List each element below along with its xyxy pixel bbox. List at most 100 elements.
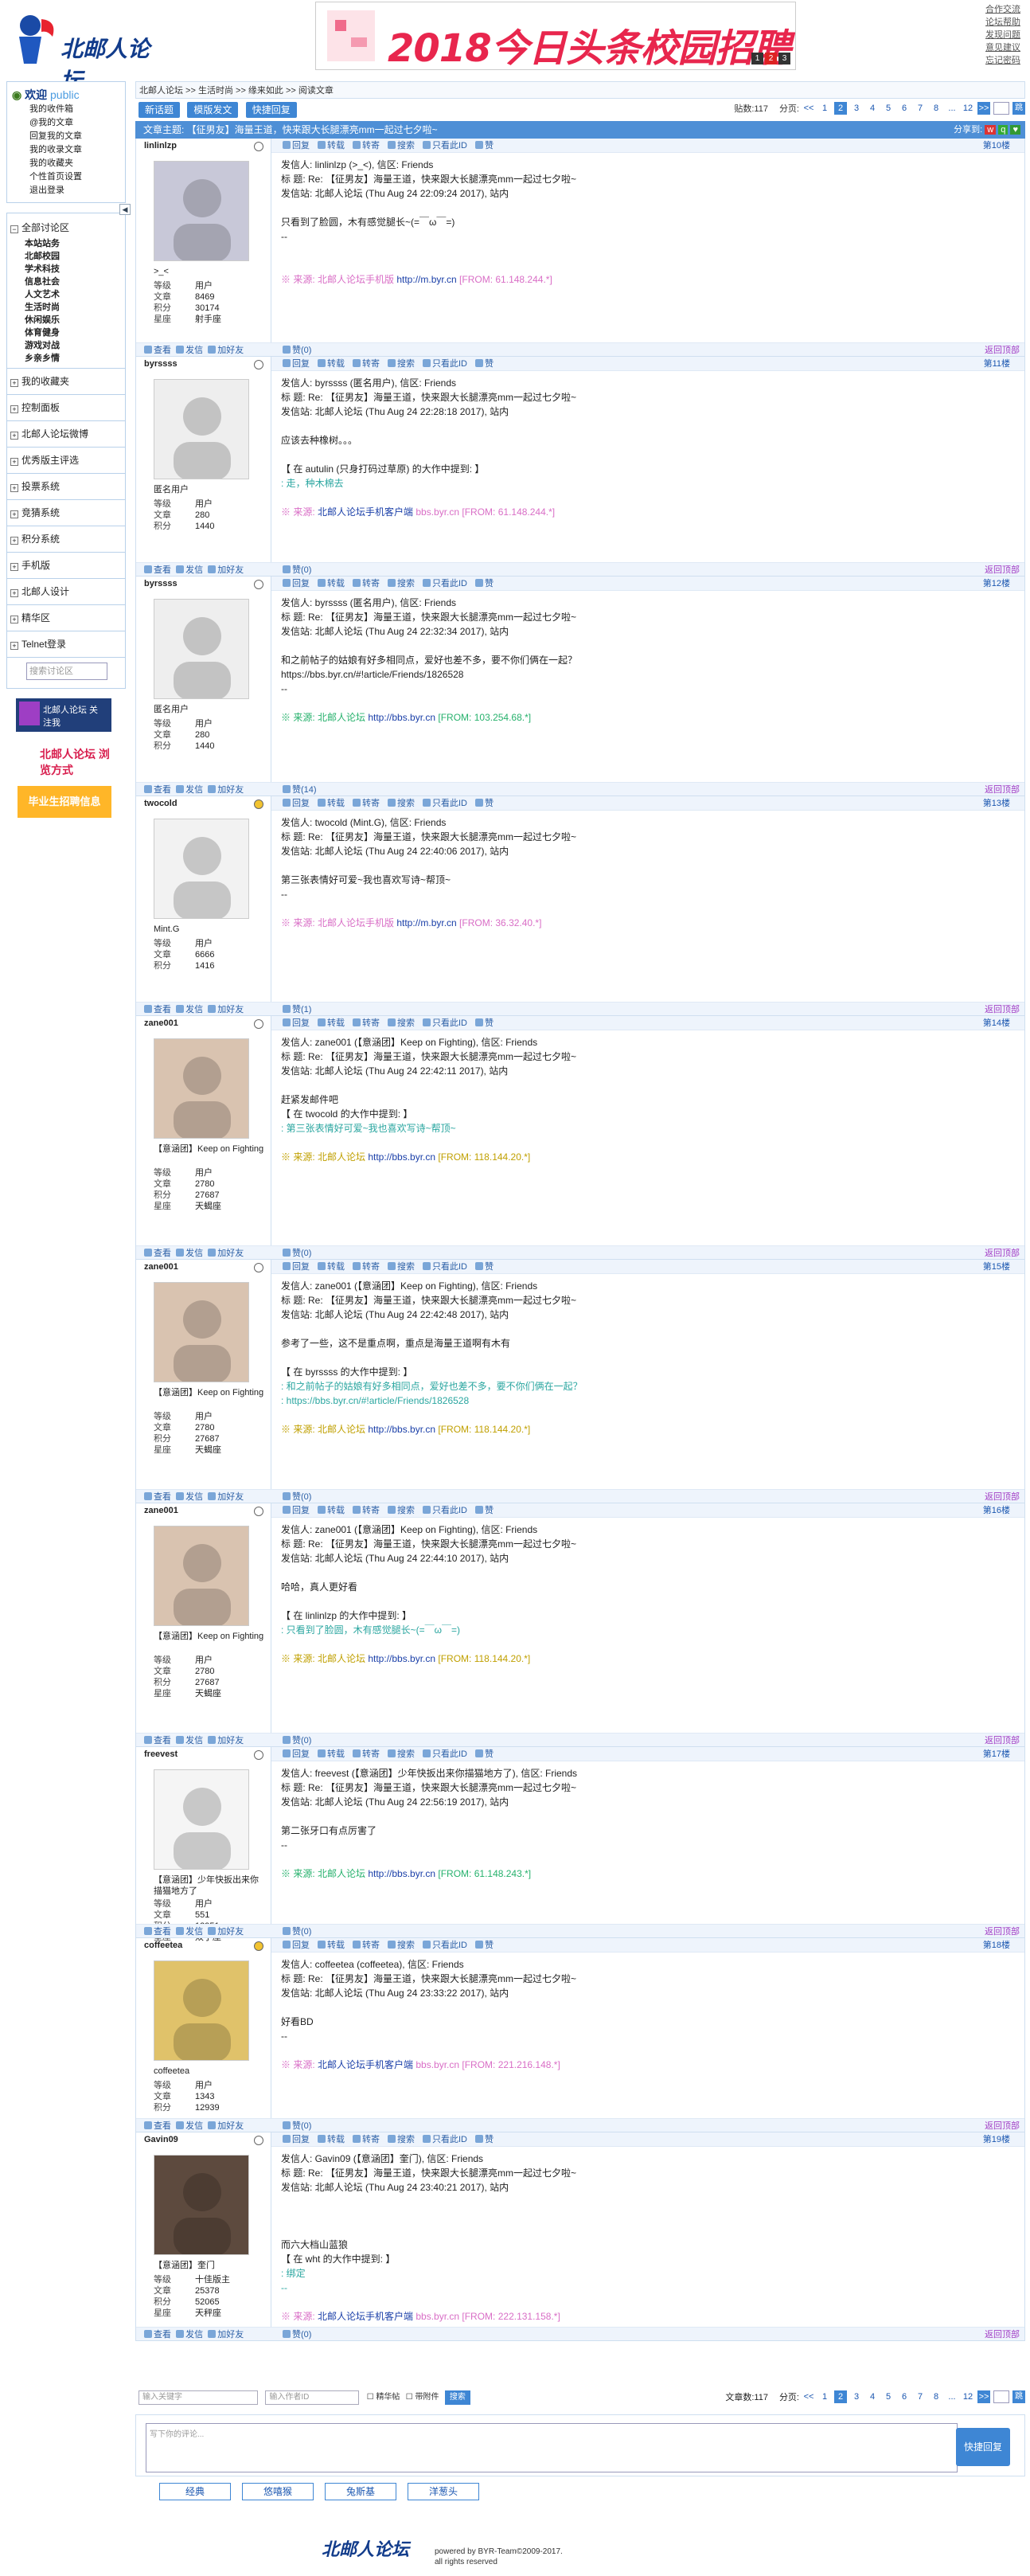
like-count[interactable]: 赞(14): [283, 783, 317, 797]
new-topic-button[interactable]: 新话题: [139, 102, 181, 118]
author-id[interactable]: Gavin09: [136, 2132, 271, 2147]
pager-page[interactable]: 8: [930, 102, 942, 115]
source-link[interactable]: http://bbs.byr.cn: [368, 1653, 435, 1664]
author-id[interactable]: coffeetea: [136, 1938, 271, 1953]
sidebar-link[interactable]: + Telnet登录: [7, 635, 125, 654]
source-link[interactable]: http://bbs.byr.cn: [368, 1424, 435, 1435]
post-like-button[interactable]: 赞: [475, 1018, 494, 1028]
all-sections[interactable]: − 全部讨论区: [7, 218, 125, 237]
pager-page[interactable]: 6: [898, 2390, 911, 2403]
section-item[interactable]: 乡亲乡情: [7, 352, 125, 365]
source-link[interactable]: http://bbs.byr.cn: [368, 1868, 435, 1879]
weibo-share-icon[interactable]: w: [985, 125, 997, 135]
section-search-input[interactable]: 搜索讨论区: [26, 663, 107, 680]
post-repost-button[interactable]: 转载: [318, 799, 345, 808]
sidebar-inbox[interactable]: 我的收件箱: [12, 103, 125, 116]
search-button[interactable]: 搜索: [444, 2390, 470, 2405]
back-to-top-link[interactable]: 返回顶部: [985, 1246, 1020, 1261]
back-to-top-link[interactable]: 返回顶部: [985, 2328, 1020, 2342]
back-to-top-link[interactable]: 返回顶部: [985, 1925, 1020, 1939]
floor-number[interactable]: 第16楼: [983, 1503, 1010, 1518]
pager-page[interactable]: 4: [866, 102, 879, 115]
add-friend-button[interactable]: 加好友: [208, 2121, 244, 2131]
post-repost-button[interactable]: 转载: [318, 359, 345, 369]
floor-number[interactable]: 第13楼: [983, 796, 1010, 811]
source-link[interactable]: http://m.byr.cn: [396, 917, 456, 928]
post-forward-button[interactable]: 转寄: [353, 1262, 380, 1272]
add-friend-button[interactable]: 加好友: [208, 565, 244, 575]
section-item[interactable]: 休闲娱乐: [7, 314, 125, 326]
pager-first[interactable]: <<: [802, 2390, 815, 2403]
pager-page[interactable]: 5: [882, 102, 895, 115]
back-to-top-link[interactable]: 返回顶部: [985, 1490, 1020, 1504]
sidebar-link[interactable]: + 积分系统: [7, 530, 125, 549]
post-repost-button[interactable]: 转载: [318, 1506, 345, 1515]
back-to-top-link[interactable]: 返回顶部: [985, 563, 1020, 577]
avatar[interactable]: [154, 1038, 249, 1139]
view-profile-button[interactable]: 查看: [144, 785, 171, 795]
post-search-button[interactable]: 搜索: [388, 579, 415, 588]
avatar[interactable]: [154, 2155, 249, 2255]
pager-page[interactable]: 12: [962, 102, 974, 115]
section-item[interactable]: 北邮校园: [7, 250, 125, 263]
view-profile-button[interactable]: 查看: [144, 1249, 171, 1258]
view-profile-button[interactable]: 查看: [144, 1005, 171, 1014]
like-count[interactable]: 赞(1): [283, 1003, 311, 1017]
post-reply-button[interactable]: 回复: [283, 1262, 310, 1272]
sidebar-link[interactable]: + 手机版: [7, 556, 125, 575]
post-only-this-id-button[interactable]: 只看此ID: [423, 359, 467, 369]
avatar[interactable]: [154, 1769, 249, 1870]
post-reply-button[interactable]: 回复: [283, 359, 310, 369]
author-id[interactable]: byrssss: [136, 577, 271, 591]
pager-page[interactable]: 12: [962, 2390, 974, 2403]
like-count[interactable]: 赞(0): [283, 1246, 311, 1261]
toplink-report[interactable]: 发现问题: [985, 29, 1030, 41]
pager-go-button[interactable]: 跳: [1012, 102, 1025, 115]
post-forward-button[interactable]: 转寄: [353, 1506, 380, 1515]
like-count[interactable]: 赞(0): [283, 1734, 311, 1748]
post-forward-button[interactable]: 转寄: [353, 141, 380, 150]
back-to-top-link[interactable]: 返回顶部: [985, 783, 1020, 797]
source-link[interactable]: 北邮人论坛手机客户端: [318, 2311, 413, 2322]
toplink-help[interactable]: 论坛帮助: [985, 16, 1030, 29]
post-forward-button[interactable]: 转寄: [353, 359, 380, 369]
author-id[interactable]: twocold: [136, 796, 271, 811]
pager-page-current[interactable]: 2: [834, 2390, 847, 2403]
quick-reply-button[interactable]: 快捷回复: [245, 102, 297, 118]
like-count[interactable]: 赞(0): [283, 343, 311, 358]
post-search-button[interactable]: 搜索: [388, 1749, 415, 1759]
template-post-button[interactable]: 模版发文: [187, 102, 239, 118]
pager-page[interactable]: 7: [914, 102, 927, 115]
section-item[interactable]: 游戏对战: [7, 339, 125, 352]
post-search-button[interactable]: 搜索: [388, 1262, 415, 1272]
source-link[interactable]: 北邮人论坛手机客户端: [318, 2059, 413, 2070]
post-forward-button[interactable]: 转寄: [353, 579, 380, 588]
post-like-button[interactable]: 赞: [475, 579, 494, 588]
back-to-top-link[interactable]: 返回顶部: [985, 343, 1020, 358]
sidebar-link[interactable]: + 优秀版主评选: [7, 451, 125, 470]
view-profile-button[interactable]: 查看: [144, 346, 171, 355]
post-repost-button[interactable]: 转载: [318, 1749, 345, 1759]
post-reply-button[interactable]: 回复: [283, 141, 310, 150]
post-only-this-id-button[interactable]: 只看此ID: [423, 1262, 467, 1272]
post-only-this-id-button[interactable]: 只看此ID: [423, 1749, 467, 1759]
toplink-feedback[interactable]: 意见建议: [985, 41, 1030, 54]
send-message-button[interactable]: 发信: [176, 1005, 203, 1014]
section-item[interactable]: 生活时尚: [7, 301, 125, 314]
post-search-button[interactable]: 搜索: [388, 1941, 415, 1950]
like-count[interactable]: 赞(0): [283, 2328, 311, 2342]
pager-page[interactable]: 1: [818, 2390, 831, 2403]
floor-number[interactable]: 第18楼: [983, 1938, 1010, 1953]
post-reply-button[interactable]: 回复: [283, 1941, 310, 1950]
submit-reply-button[interactable]: 快捷回复: [956, 2428, 1010, 2466]
pager-jump-input[interactable]: [993, 2390, 1009, 2403]
section-item[interactable]: 学术科技: [7, 263, 125, 276]
post-only-this-id-button[interactable]: 只看此ID: [423, 579, 467, 588]
pager-next[interactable]: >>: [977, 2390, 990, 2403]
author-id[interactable]: linlinlzp: [136, 139, 271, 153]
post-reply-button[interactable]: 回复: [283, 799, 310, 808]
source-link[interactable]: http://m.byr.cn: [396, 274, 456, 285]
author-id[interactable]: zane001: [136, 1503, 271, 1518]
send-message-button[interactable]: 发信: [176, 565, 203, 575]
post-search-button[interactable]: 搜索: [388, 141, 415, 150]
